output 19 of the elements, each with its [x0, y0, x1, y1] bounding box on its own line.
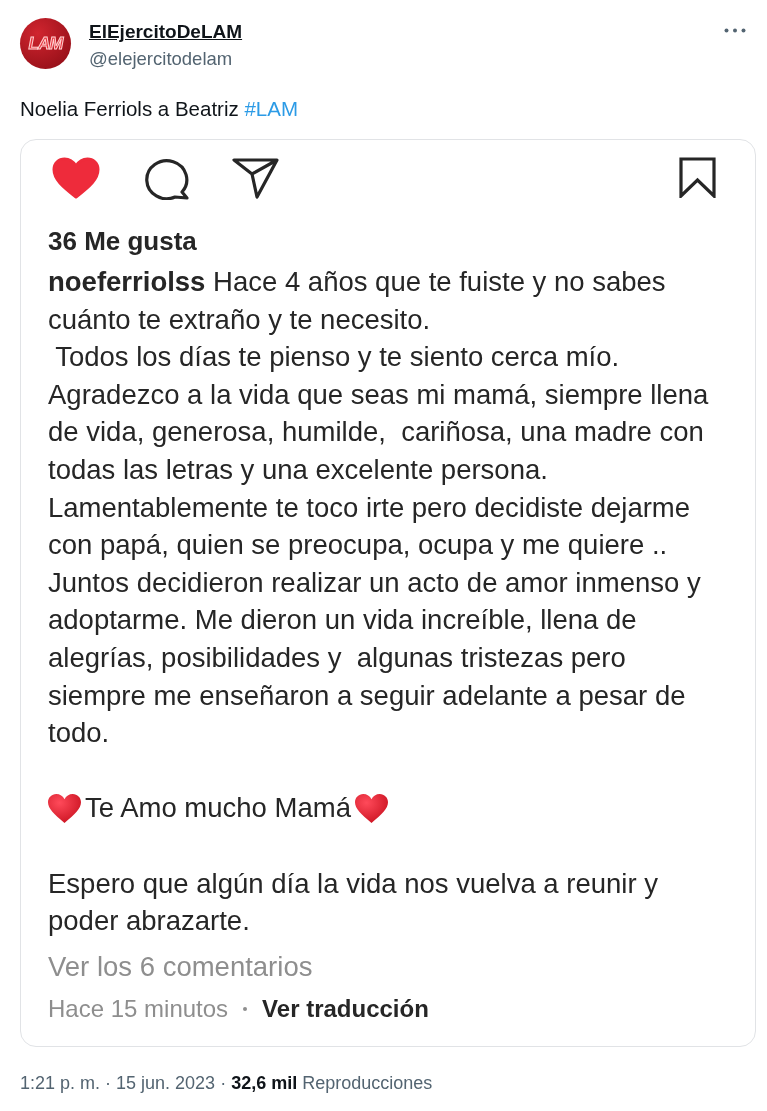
translate-link[interactable]: Ver traducción [262, 994, 429, 1023]
love-message: Te Amo mucho Mamá [85, 791, 351, 826]
heart-emoji-icon [48, 793, 81, 823]
separator-dot-icon [243, 1006, 248, 1011]
post-caption: noeferriolss Hace 4 años que te fuiste y no sabes cuánto te extraño y te necesito. Todos los días te pienso y te siento cerca mío. Agradezco a la vida que seas mi mamá, siempre llena de vida, generosa, humilde, cariñosa, una madre con todas las letras y una excelente persona. Lamentablemente te toco irte pero decidiste dejarme con papá, quien se preocupa, ocupa y me quiere .. Juntos decidieron realizar un acto de amor inmenso y adoptarme. Me dieron un vida increíble, llena de alegrías, posibilidades y algunas tristezas pero siempre me enseñaron a seguir adelante a pesar de todo. [48, 265, 709, 751]
more-options-icon[interactable] [724, 28, 746, 33]
bookmark-icon[interactable] [679, 157, 716, 198]
author-handle: @elejercitodelam [89, 47, 234, 70]
post-time-ago: Hace 15 minutos [48, 994, 229, 1023]
likes-count: 36 Me gusta [48, 227, 197, 255]
tweet-text: Noelia Ferriols a Beatriz #LAM [20, 96, 298, 122]
send-paper-plane-icon[interactable] [232, 156, 279, 199]
username-link[interactable]: noeferriolss [48, 266, 206, 297]
avatar-logo-text: LAM [28, 32, 63, 55]
like-heart-icon[interactable] [52, 156, 100, 199]
heart-emoji-icon [354, 793, 388, 823]
author-name-link[interactable]: ElEjercitoDeLAM [89, 20, 243, 43]
tweet-timestamp-views: 1:21 p. m. · 15 jun. 2023 · 32,6 mil Reproducciones [20, 1071, 433, 1094]
closing-message: Espero que algún día la vida nos vuelva a reunir y poder abrazarte. [48, 866, 658, 939]
